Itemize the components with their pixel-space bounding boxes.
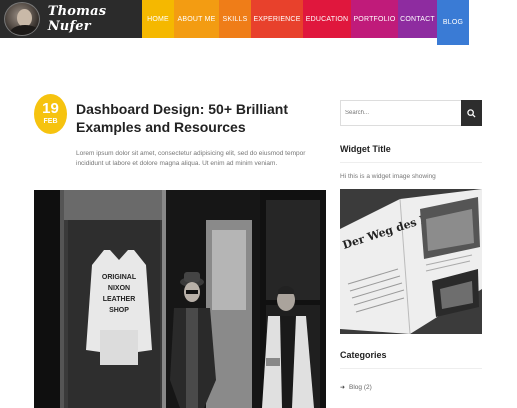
widget-title: Widget Title [340, 144, 482, 163]
main-nav: HOME ABOUT ME SKILLS EXPERIENCE EDUCATIO… [142, 0, 469, 45]
nav-item-skills[interactable]: SKILLS [219, 0, 251, 38]
nav-item-education[interactable]: EDUCATION [303, 0, 351, 38]
avatar [4, 2, 40, 36]
search-button[interactable] [461, 100, 482, 126]
categories-title: Categories [340, 350, 482, 369]
nav-item-contact[interactable]: CONTACT [398, 0, 437, 38]
post-date-badge: 19 FEB [34, 94, 67, 134]
search-input[interactable] [341, 101, 463, 125]
nav-item-portfolio[interactable]: PORTFOLIO [351, 0, 398, 38]
storefront-photo: ORIGINAL NIXON LEATHER SHOP [34, 190, 326, 408]
widget-image[interactable]: Der Weg des Furiers [340, 189, 482, 334]
nav-item-about-me[interactable]: ABOUT ME [174, 0, 219, 38]
post-date-month: FEB [43, 118, 58, 125]
jacket-print-line-1: ORIGINAL [102, 274, 137, 281]
site-logo[interactable]: Thomas Nufer [0, 0, 142, 38]
jacket-print-line-2: NIXON [108, 285, 130, 292]
site-header: Thomas Nufer HOME ABOUT ME SKILLS EXPERI… [0, 0, 517, 45]
jacket-print-line-3: LEATHER [103, 296, 136, 303]
category-label: Blog (2) [349, 384, 372, 391]
search-box [340, 100, 482, 126]
arrow-right-icon: ➜ [340, 385, 346, 391]
nav-item-home[interactable]: HOME [142, 0, 174, 38]
post-excerpt: Lorem ipsum dolor sit amet, consectetur … [76, 150, 306, 167]
search-icon [467, 108, 476, 118]
widget-text: Hi this is a widget image showing [340, 173, 436, 180]
post-title[interactable]: Dashboard Design: 50+ Brilliant Examples… [76, 100, 326, 136]
category-item-blog[interactable]: ➜ Blog (2) [340, 384, 372, 391]
logo-text: Thomas Nufer [47, 4, 107, 34]
nav-item-experience[interactable]: EXPERIENCE [251, 0, 303, 38]
post-featured-image[interactable]: ORIGINAL NIXON LEATHER SHOP [34, 190, 326, 408]
nav-item-blog[interactable]: BLOG [437, 0, 469, 45]
post-date-day: 19 [42, 100, 59, 117]
magazine-photo: Der Weg des Furiers [340, 189, 482, 334]
jacket-print-line-4: SHOP [109, 307, 129, 314]
